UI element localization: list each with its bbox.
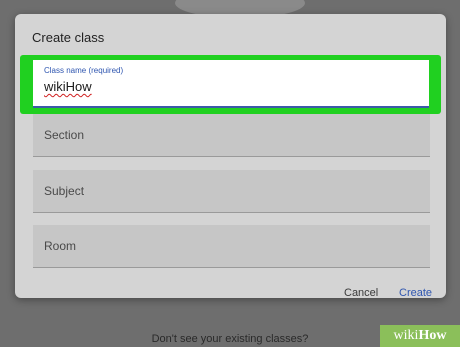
section-field[interactable]: Section [33, 114, 430, 157]
dialog-title: Create class [32, 30, 105, 45]
watermark-how: How [418, 328, 447, 343]
subject-placeholder: Subject [44, 184, 85, 198]
section-placeholder: Section [44, 128, 85, 142]
class-name-value[interactable]: wikiHow [44, 79, 92, 94]
create-button[interactable]: Create [399, 287, 432, 299]
subject-field[interactable]: Subject [33, 170, 430, 213]
cancel-button[interactable]: Cancel [344, 287, 378, 299]
create-class-dialog: Create class Class name (required) wikiH… [15, 14, 446, 298]
wikihow-watermark: wikiHow [380, 325, 460, 347]
class-name-label: Class name (required) [44, 66, 124, 75]
watermark-wiki: wiki [393, 328, 419, 343]
class-name-field[interactable]: Class name (required) wikiHow [33, 60, 429, 108]
room-placeholder: Room [44, 239, 77, 253]
room-field[interactable]: Room [33, 225, 430, 268]
